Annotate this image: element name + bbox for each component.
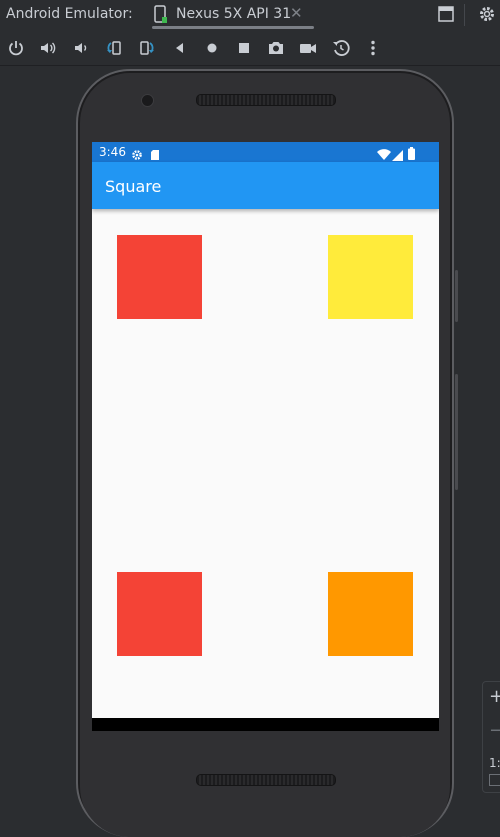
rotate-right-icon[interactable] xyxy=(138,39,156,57)
front-camera xyxy=(141,94,154,107)
app-bar: Square xyxy=(92,162,439,209)
bottom-speaker xyxy=(196,774,336,786)
side-button-volume[interactable] xyxy=(455,374,458,490)
close-tab-icon[interactable]: ✕ xyxy=(290,4,303,22)
screenshot-icon[interactable] xyxy=(267,39,285,57)
emulator-toolbar xyxy=(0,31,500,66)
square-bottom-left xyxy=(117,572,202,656)
square-top-right xyxy=(328,235,413,319)
zoom-actual-size-button[interactable]: 1: xyxy=(489,756,500,770)
snapshot-icon[interactable] xyxy=(332,39,350,57)
app-title: Square xyxy=(105,177,162,196)
status-bar: 3:46 xyxy=(92,142,439,162)
side-button-power[interactable] xyxy=(455,270,458,322)
back-icon[interactable] xyxy=(171,39,189,57)
zoom-out-button[interactable]: − xyxy=(489,720,500,741)
top-speaker xyxy=(196,94,336,106)
tab-device[interactable]: Nexus 5X API 31 ✕ xyxy=(150,0,316,30)
power-icon[interactable] xyxy=(7,39,25,57)
home-icon[interactable] xyxy=(203,39,221,57)
rotate-left-icon[interactable] xyxy=(105,39,123,57)
screen-record-icon[interactable] xyxy=(299,39,317,57)
layout-icon[interactable] xyxy=(438,6,454,26)
active-tab-indicator xyxy=(152,26,314,29)
volume-up-icon[interactable] xyxy=(39,39,57,57)
zoom-in-button[interactable]: + xyxy=(489,686,500,707)
gear-icon[interactable] xyxy=(478,5,496,27)
zoom-controls: + − 1: xyxy=(482,681,500,793)
title-bar: Android Emulator: Nexus 5X API 31 ✕ xyxy=(0,0,500,30)
divider xyxy=(464,4,465,26)
status-time: 3:46 xyxy=(99,145,126,159)
volume-down-icon[interactable] xyxy=(72,39,90,57)
square-top-left xyxy=(117,235,202,319)
device-screen[interactable]: 3:46 Square xyxy=(92,142,439,731)
zoom-fit-icon[interactable] xyxy=(489,774,500,786)
window-title: Android Emulator: xyxy=(6,6,133,22)
device-tab-label: Nexus 5X API 31 xyxy=(176,6,292,22)
more-icon[interactable] xyxy=(364,39,382,57)
overview-icon[interactable] xyxy=(235,39,253,57)
navigation-bar xyxy=(92,718,439,731)
square-bottom-right xyxy=(328,572,413,656)
